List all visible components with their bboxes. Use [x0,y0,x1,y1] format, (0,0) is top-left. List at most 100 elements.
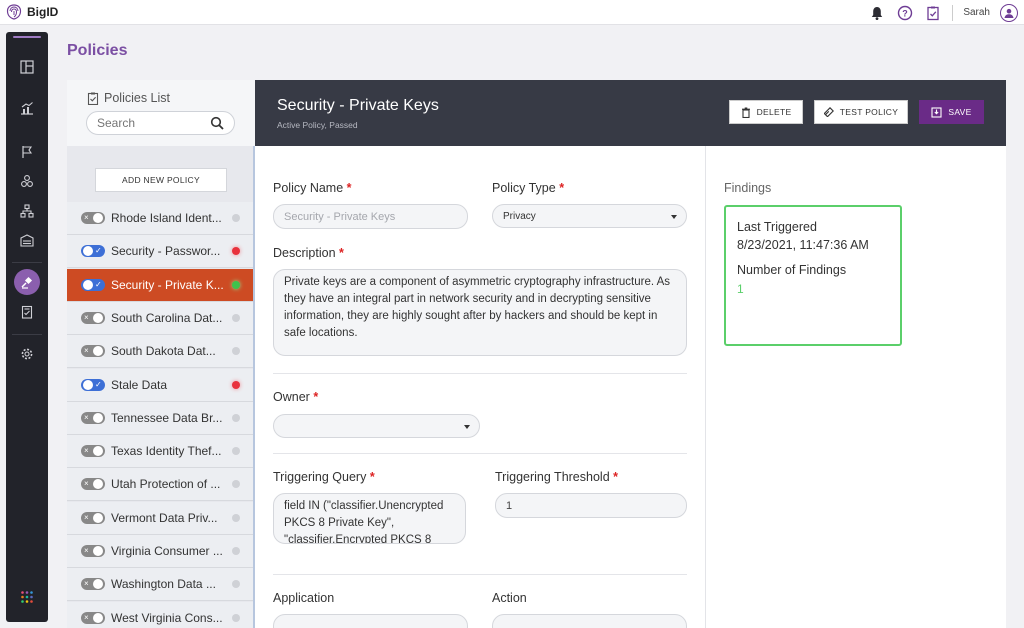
policy-list-item[interactable]: × West Virginia Cons... [67,602,255,628]
description-label-text: Description [273,246,336,260]
policy-status-dot [232,247,240,255]
application-field[interactable] [273,614,468,628]
policy-enabled-toggle[interactable]: ✓ [81,279,105,291]
policy-status-dot [232,347,240,355]
close-icon: × [84,613,89,622]
description-textarea[interactable]: Private keys are a component of asymmetr… [273,269,687,356]
user-name[interactable]: Sarah [963,7,990,18]
required-marker: * [369,470,375,484]
close-icon: × [84,579,89,588]
policy-type-label: Policy Type * [492,181,564,195]
policy-list-item[interactable]: ✓ Stale Data [67,369,255,402]
toggle-knob [93,513,103,523]
findings-count-value[interactable]: 1 [737,282,744,296]
flag-icon[interactable] [6,140,48,164]
policy-list-item-name: Stale Data [111,378,168,392]
policy-type-select[interactable]: Privacy [492,204,687,228]
policy-type-value: Privacy [503,210,536,222]
policy-list-item[interactable]: ✓ Security - Passwor... [67,235,255,268]
policy-status-dot [232,614,240,622]
policy-enabled-toggle[interactable]: × [81,345,105,357]
dashboard-icon[interactable] [6,55,48,79]
brand[interactable]: BigID [6,4,58,20]
user-avatar-icon[interactable] [1000,3,1018,22]
search-input[interactable] [97,116,209,130]
clusters-icon[interactable] [6,169,48,193]
form-divider [273,453,687,454]
policy-status-dot [232,580,240,588]
test-policy-button[interactable]: TEST POLICY [814,100,908,124]
policy-list-item[interactable]: × South Dakota Dat... [67,335,255,368]
required-marker: * [339,246,344,260]
reports-icon[interactable] [6,300,48,324]
apps-grid-icon[interactable] [6,585,48,609]
rail-accent [13,36,41,38]
policy-list-item[interactable]: × Virginia Consumer ... [67,535,255,568]
policy-list-item[interactable]: ✓ Security - Private K... [67,269,255,302]
policy-enabled-toggle[interactable]: × [81,545,105,557]
toggle-knob [93,579,103,589]
toggle-knob [93,613,103,623]
trash-icon [741,107,750,118]
findings-title: Findings [724,181,772,195]
policy-enabled-toggle[interactable]: × [81,612,105,624]
policy-search-field[interactable] [86,111,235,135]
search-icon[interactable] [210,116,224,130]
policy-list-item[interactable]: × Vermont Data Priv... [67,502,255,535]
close-icon: × [84,346,89,355]
check-icon: ✓ [95,380,102,389]
save-button[interactable]: SAVE [919,100,984,124]
owner-select[interactable] [273,414,480,438]
close-icon: × [84,513,89,522]
policy-list-item[interactable]: × Washington Data ... [67,568,255,601]
policy-enabled-toggle[interactable]: × [81,478,105,490]
clipboard-check-icon [87,92,99,105]
policy-list-item-name: Utah Protection of ... [111,477,221,491]
inventory-icon[interactable] [6,228,48,252]
svg-text:?: ? [903,8,909,18]
policy-list-item[interactable]: × Texas Identity Thef... [67,435,255,468]
action-field[interactable] [492,614,687,628]
tasks-clipboard-icon[interactable] [924,4,942,22]
hierarchy-icon[interactable] [6,199,48,223]
chevron-down-icon [671,215,677,219]
policy-enabled-toggle[interactable]: × [81,212,105,224]
policy-enabled-toggle[interactable]: × [81,578,105,590]
form-divider [273,574,687,575]
help-icon[interactable]: ? [896,4,914,22]
delete-button[interactable]: DELETE [729,100,803,124]
triggering-query-textarea[interactable]: field IN ("classifier.Unencrypted PKCS 8… [273,493,466,544]
policy-status-dot [232,514,240,522]
toggle-knob [93,213,103,223]
policy-list-item[interactable]: × South Carolina Dat... [67,302,255,335]
notifications-bell-icon[interactable] [868,4,886,22]
policy-list-item[interactable]: × Rhode Island Ident... [67,202,255,235]
last-triggered-value: 8/23/2021, 11:47:36 AM [737,238,869,252]
policy-enabled-toggle[interactable]: ✓ [81,245,105,257]
policies-nav-item[interactable] [6,269,48,295]
add-new-policy-button[interactable]: ADD NEW POLICY [95,168,227,192]
triggering-threshold-field[interactable]: 1 [495,493,687,518]
required-marker: * [559,181,565,195]
policy-enabled-toggle[interactable]: × [81,312,105,324]
policy-enabled-toggle[interactable]: × [81,445,105,457]
policy-name-field[interactable]: Security - Private Keys [273,204,468,229]
findings-count-label: Number of Findings [737,263,847,277]
policy-detail-header: Security - Private Keys Active Policy, P… [255,80,1006,146]
close-icon: × [84,213,89,222]
policy-enabled-toggle[interactable]: × [81,512,105,524]
policy-status-dot [232,480,240,488]
policy-enabled-toggle[interactable]: ✓ [81,379,105,391]
policy-list-item[interactable]: × Tennessee Data Br... [67,402,255,435]
application-label: Application [273,591,335,605]
policy-list-item-name: Rhode Island Ident... [111,211,222,225]
triggering-query-label: Triggering Query * [273,470,375,484]
policies-list-header: Policies List [67,80,255,146]
policy-list-item-name: Texas Identity Thef... [111,444,222,458]
analytics-icon[interactable] [6,96,48,120]
policy-list-item[interactable]: × Utah Protection of ... [67,468,255,501]
toggle-knob [83,380,93,390]
settings-gear-icon[interactable] [6,342,48,366]
bigid-logo-icon [6,4,22,20]
policy-enabled-toggle[interactable]: × [81,412,105,424]
